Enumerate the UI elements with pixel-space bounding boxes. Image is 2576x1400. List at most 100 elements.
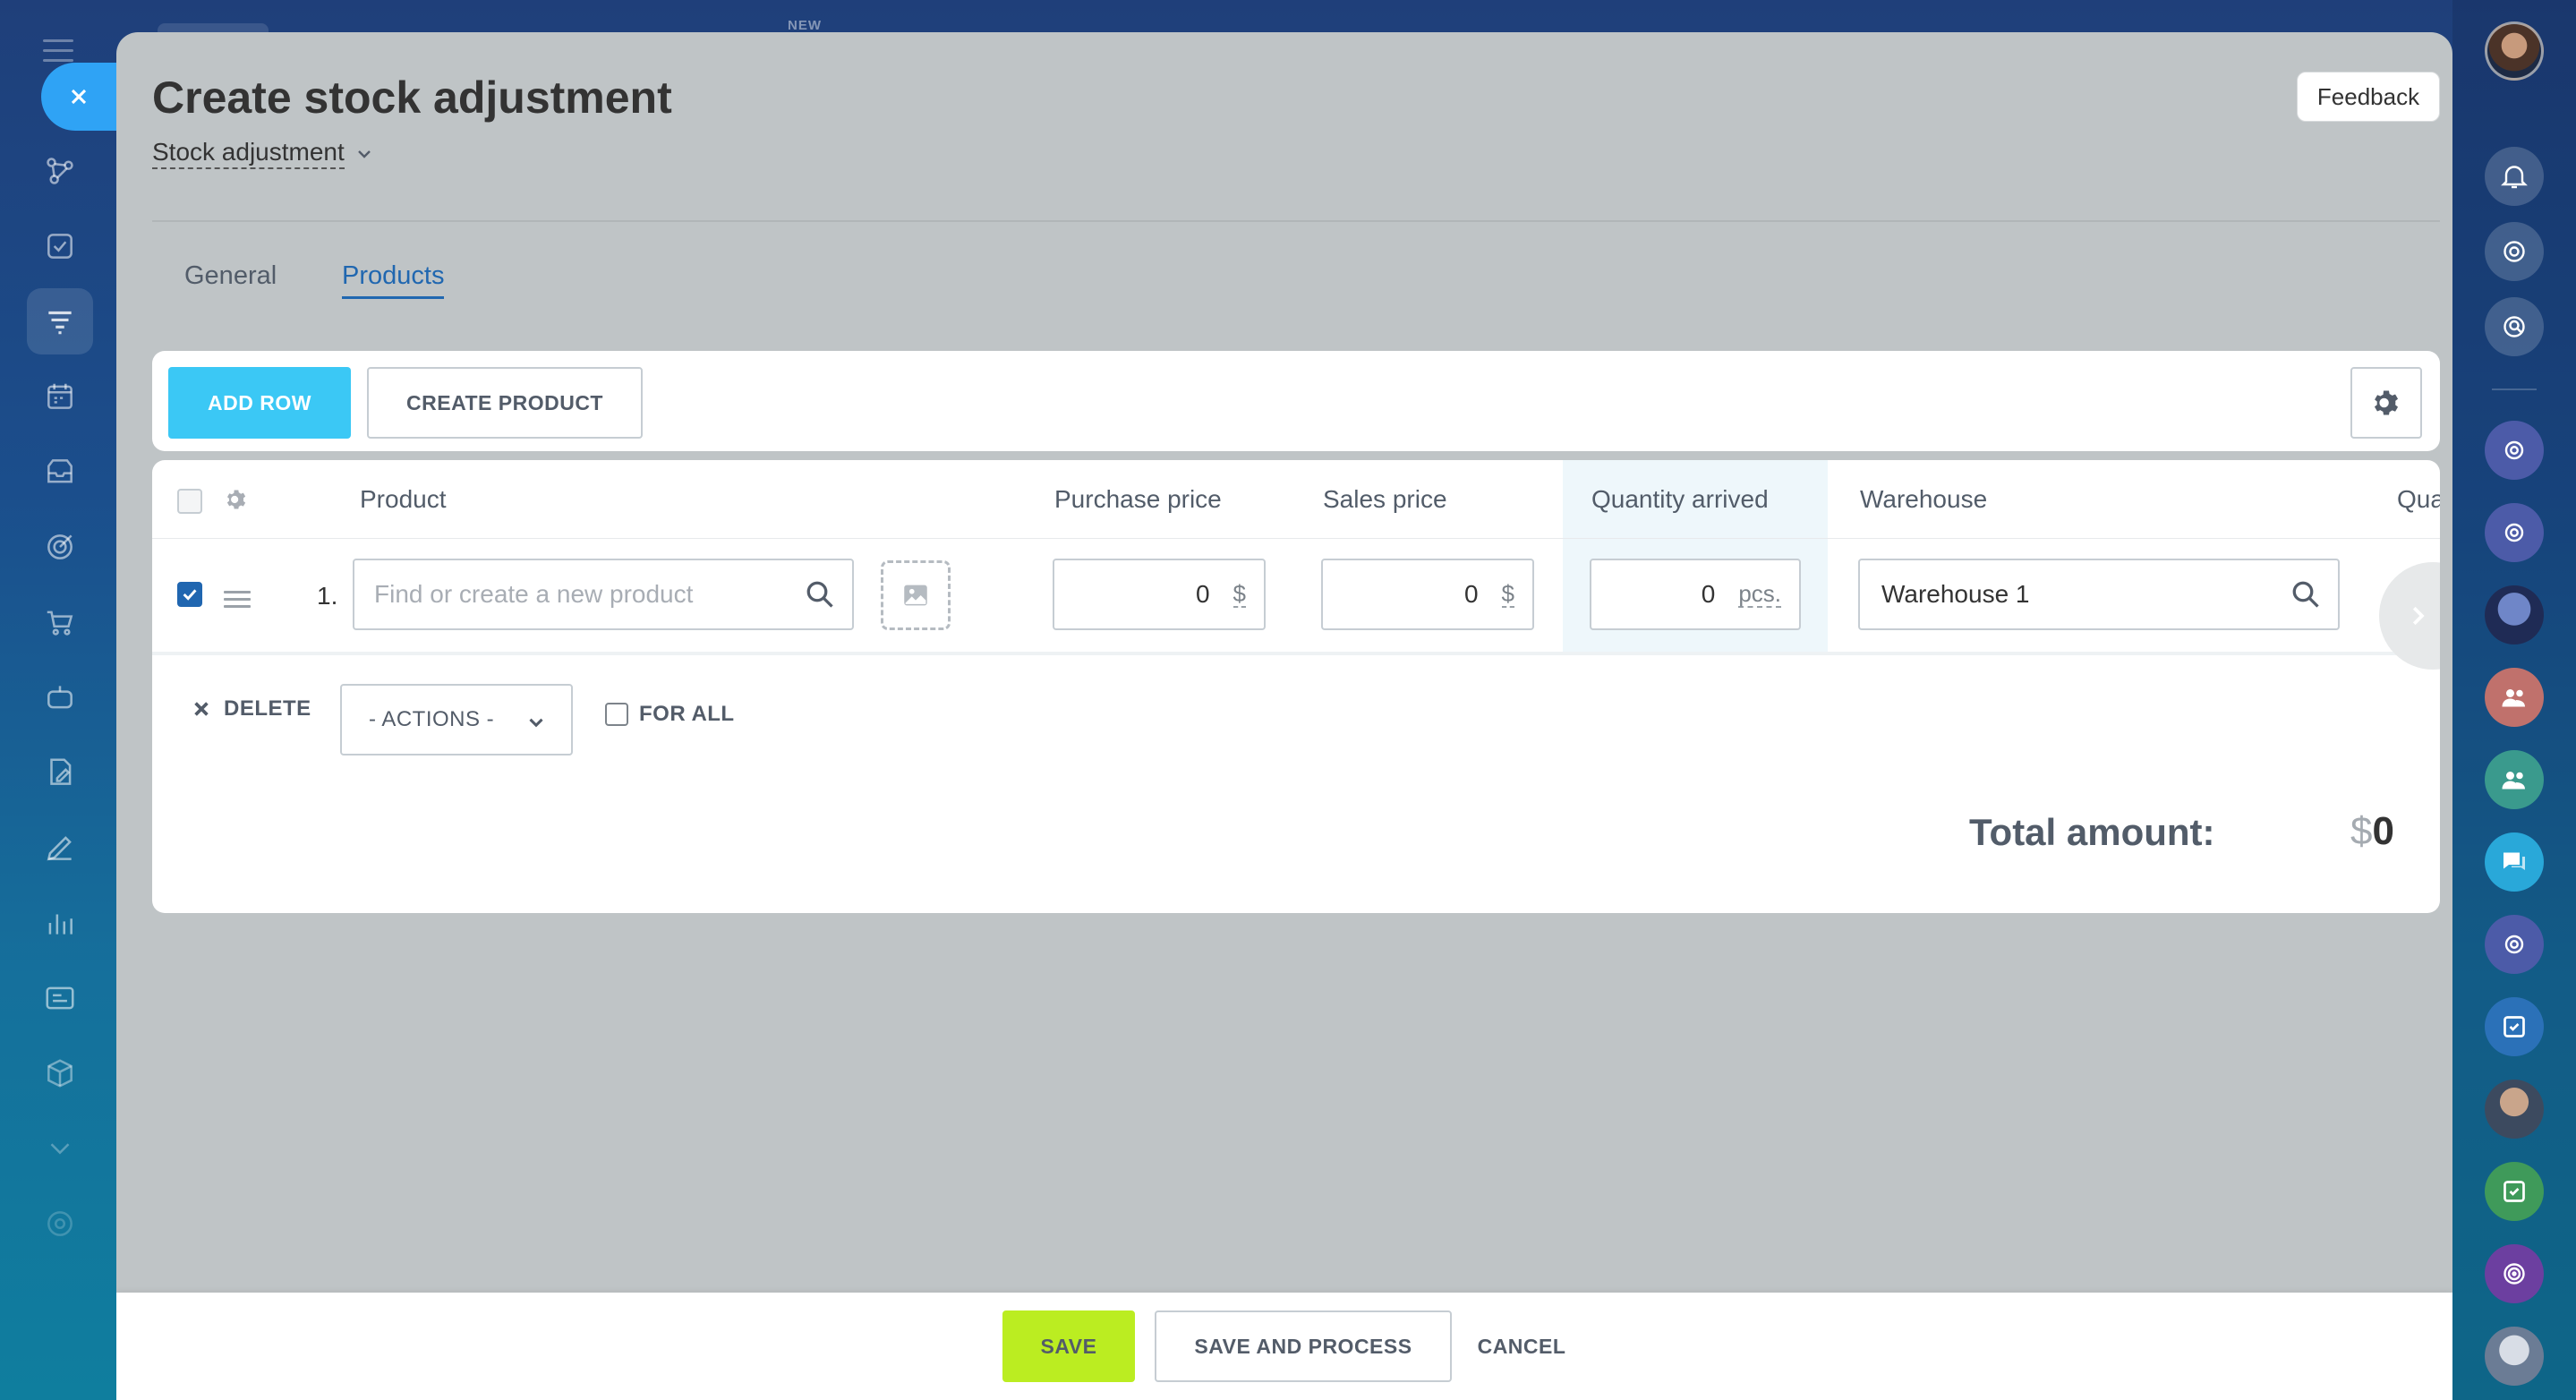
channel-icon[interactable] (2485, 421, 2544, 480)
pen-icon[interactable] (27, 815, 93, 881)
chevron-down-icon[interactable] (27, 1115, 93, 1182)
save-button[interactable]: SAVE (1002, 1310, 1135, 1382)
user-avatar[interactable] (2485, 21, 2544, 81)
settings-icon[interactable] (27, 1191, 93, 1257)
chevron-down-icon (529, 718, 543, 728)
warehouse-field[interactable]: Warehouse 1 (1858, 559, 2340, 630)
column-header-warehouse[interactable]: Warehouse (1860, 485, 1987, 514)
for-all-checkbox[interactable]: FOR ALL (605, 702, 735, 727)
workflow-icon[interactable] (27, 138, 93, 204)
document-type-selector[interactable]: Stock adjustment (152, 138, 375, 169)
filter-icon[interactable] (27, 288, 93, 354)
fingerprint-icon[interactable] (2485, 1244, 2544, 1303)
user-avatar[interactable] (2485, 1327, 2544, 1386)
column-header-purchase-price[interactable]: Purchase price (1054, 485, 1222, 514)
column-header-quantity[interactable]: Qua (2397, 485, 2440, 514)
chart-icon[interactable] (27, 890, 93, 956)
new-label: NEW (788, 18, 822, 33)
product-search-placeholder: Find or create a new product (374, 580, 694, 608)
table-row: 1. Find or create a new product 0 $ 0 $ … (152, 539, 2440, 670)
column-settings-icon[interactable] (224, 487, 249, 512)
user-avatar[interactable] (2485, 585, 2544, 645)
actions-dropdown-label: - ACTIONS - (369, 707, 495, 731)
task-icon[interactable] (27, 213, 93, 279)
scroll-right-button[interactable] (2379, 562, 2440, 670)
create-product-button[interactable]: CREATE PRODUCT (367, 367, 643, 439)
save-and-process-button[interactable]: SAVE AND PROCESS (1155, 1310, 1452, 1382)
bell-icon[interactable] (2485, 147, 2544, 206)
group-actions-bar: DELETE - ACTIONS - FOR ALL (152, 659, 2440, 766)
add-row-button[interactable]: ADD ROW (168, 367, 351, 439)
warehouse-value: Warehouse 1 (1881, 580, 2030, 608)
row-number: 1. (317, 582, 338, 610)
stock-adjustment-slider: Create stock adjustment Stock adjustment… (116, 32, 2452, 1400)
actions-dropdown[interactable]: - ACTIONS - (340, 684, 573, 755)
chat-icon[interactable] (2485, 832, 2544, 892)
channel-icon[interactable] (2485, 503, 2544, 562)
grid-header: Product Purchase price Sales price Quant… (152, 460, 2440, 539)
copilot-icon[interactable] (2485, 222, 2544, 281)
hamburger-icon[interactable] (43, 39, 73, 63)
column-header-sales-price[interactable]: Sales price (1323, 485, 1447, 514)
group-icon[interactable] (2485, 750, 2544, 809)
search-icon[interactable] (2290, 578, 2322, 610)
product-search-input[interactable]: Find or create a new product (353, 559, 854, 630)
chevron-right-icon (2412, 606, 2425, 626)
image-icon (904, 585, 927, 606)
purchase-price-field[interactable]: 0 $ (1053, 559, 1266, 630)
row-checkbox[interactable] (177, 582, 202, 607)
total-currency: $ (2350, 809, 2373, 853)
robot-icon[interactable] (27, 664, 93, 730)
sidebar-divider (2492, 388, 2537, 390)
checkmark-icon (183, 589, 197, 601)
cart-icon[interactable] (27, 589, 93, 655)
left-sidebar (0, 0, 131, 1400)
channel-icon[interactable] (2485, 915, 2544, 974)
purchase-currency-selector[interactable]: $ (1233, 581, 1246, 608)
product-toolbar: ADD ROW CREATE PRODUCT (152, 351, 2440, 451)
document-type-label: Stock adjustment (152, 138, 345, 169)
delete-button[interactable]: DELETE (192, 696, 311, 721)
close-icon (194, 702, 209, 716)
product-image-upload[interactable] (881, 560, 951, 630)
user-avatar[interactable] (2485, 1080, 2544, 1139)
task-icon[interactable] (2485, 1162, 2544, 1221)
quantity-field[interactable]: 0 pcs. (1590, 559, 1801, 630)
tab-products[interactable]: Products (342, 261, 445, 299)
contact-card-icon[interactable] (27, 965, 93, 1031)
gear-icon (2374, 390, 2399, 415)
footer-bar: SAVE SAVE AND PROCESS CANCEL (116, 1293, 2452, 1400)
drag-handle-icon[interactable] (224, 591, 251, 609)
total-amount-label: Total amount: (1969, 811, 2215, 853)
column-header-product[interactable]: Product (360, 485, 447, 514)
task-icon[interactable] (2485, 997, 2544, 1056)
grid-settings-button[interactable] (2350, 367, 2422, 439)
delete-label: DELETE (224, 696, 311, 721)
for-all-box[interactable] (605, 703, 628, 726)
quantity-value: 0 (1701, 580, 1716, 608)
group-icon[interactable] (2485, 668, 2544, 727)
for-all-label: FOR ALL (639, 702, 735, 726)
search-icon[interactable] (804, 578, 836, 610)
document-edit-icon[interactable] (27, 739, 93, 806)
purchase-price-value: 0 (1195, 580, 1210, 608)
inbox-icon[interactable] (27, 439, 93, 505)
sales-price-field[interactable]: 0 $ (1321, 559, 1534, 630)
product-grid: Product Purchase price Sales price Quant… (152, 460, 2440, 913)
total-amount-value: $0 (2350, 809, 2394, 854)
sales-currency-selector[interactable]: $ (1501, 581, 1514, 608)
chevron-down-icon (357, 149, 371, 158)
quantity-unit-selector[interactable]: pcs. (1738, 581, 1781, 608)
calendar-icon[interactable] (27, 363, 93, 430)
cancel-button[interactable]: CANCEL (1468, 1310, 1575, 1382)
tab-general[interactable]: General (184, 261, 277, 291)
feedback-button[interactable]: Feedback (2297, 72, 2440, 122)
box-icon[interactable] (27, 1040, 93, 1106)
column-header-quantity-arrived[interactable]: Quantity arrived (1591, 485, 1769, 514)
close-icon (71, 89, 87, 105)
page-title: Create stock adjustment (152, 73, 672, 123)
total-number: 0 (2372, 809, 2394, 853)
select-all-checkbox[interactable] (177, 489, 202, 514)
target-icon[interactable] (27, 514, 93, 580)
search-chat-icon[interactable] (2485, 297, 2544, 356)
